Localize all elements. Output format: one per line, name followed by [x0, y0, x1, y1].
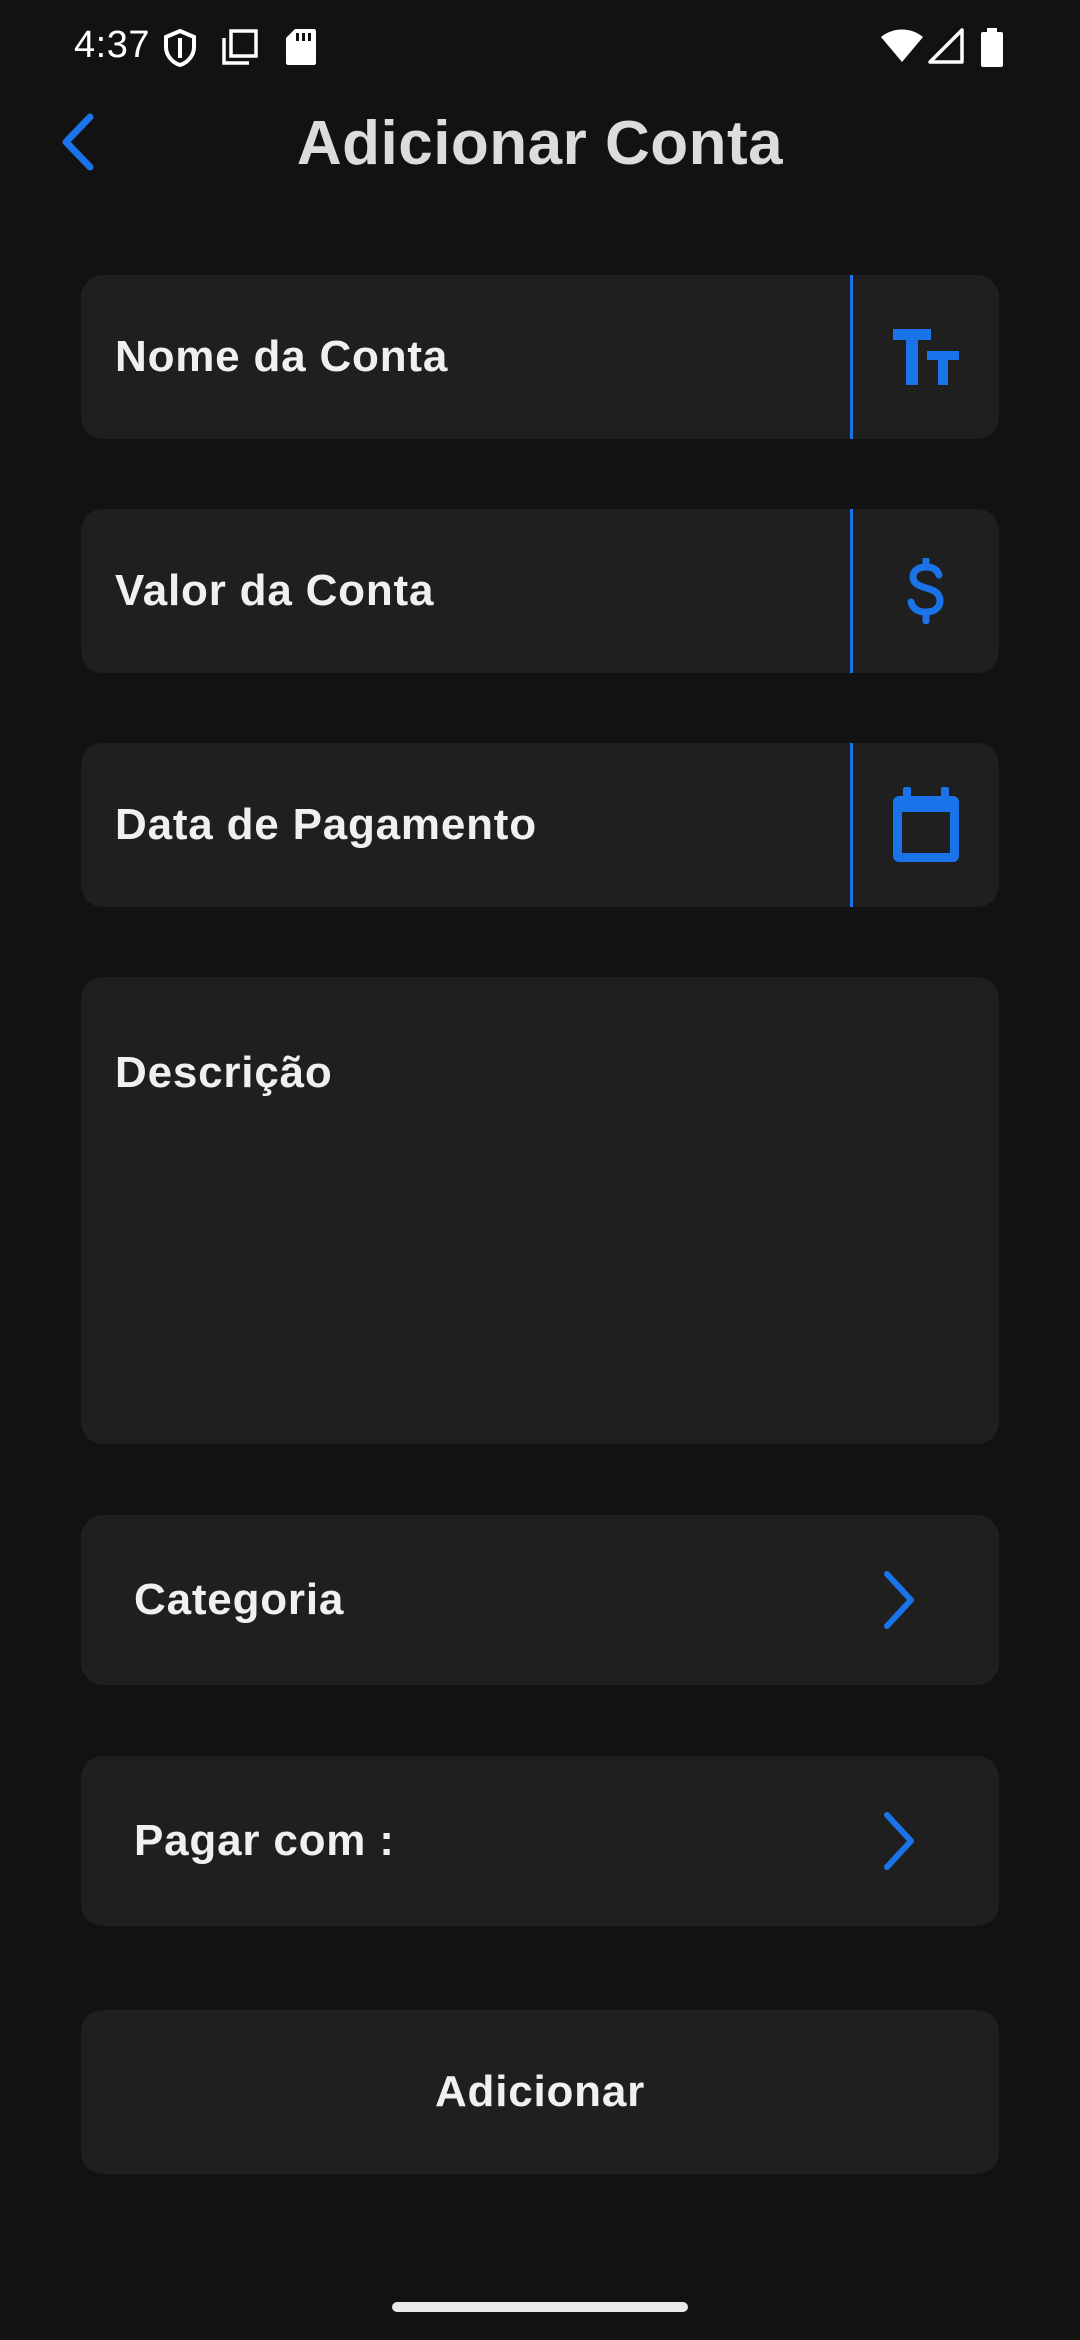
battery-icon — [980, 28, 1004, 68]
account-value-icon-box[interactable] — [850, 509, 999, 673]
chevron-right-icon — [884, 1812, 914, 1870]
gesture-bar[interactable] — [392, 2302, 688, 2312]
status-time: 4:37 — [74, 24, 150, 66]
payment-date-field[interactable]: Data de Pagamento — [81, 743, 999, 907]
add-button[interactable]: Adicionar — [81, 2010, 999, 2174]
dollar-icon — [907, 558, 944, 624]
description-label: Descrição — [115, 1048, 333, 1097]
account-value-label: Valor da Conta — [115, 566, 435, 615]
account-name-icon-box[interactable] — [850, 275, 999, 439]
category-row[interactable]: Categoria — [81, 1515, 999, 1685]
payment-date-icon-box[interactable] — [850, 743, 999, 907]
shield-icon — [162, 28, 198, 68]
page-title: Adicionar Conta — [296, 109, 784, 178]
chevron-right-icon — [884, 1571, 914, 1629]
account-name-field[interactable]: Nome da Conta — [81, 275, 999, 439]
category-label: Categoria — [134, 1575, 345, 1624]
status-bar: 4:37 — [0, 0, 1080, 96]
calendar-icon — [893, 787, 959, 862]
description-field[interactable]: Descrição — [81, 977, 999, 1444]
text-size-icon — [893, 329, 959, 385]
sd-card-icon — [285, 28, 317, 66]
wifi-icon — [880, 28, 924, 64]
signal-icon — [928, 28, 964, 64]
pay-with-label: Pagar com : — [134, 1816, 395, 1865]
payment-date-label: Data de Pagamento — [115, 800, 537, 849]
account-value-field[interactable]: Valor da Conta — [81, 509, 999, 673]
pay-with-row[interactable]: Pagar com : — [81, 1756, 999, 1926]
account-name-label: Nome da Conta — [115, 332, 449, 381]
copy-icon — [221, 28, 259, 66]
